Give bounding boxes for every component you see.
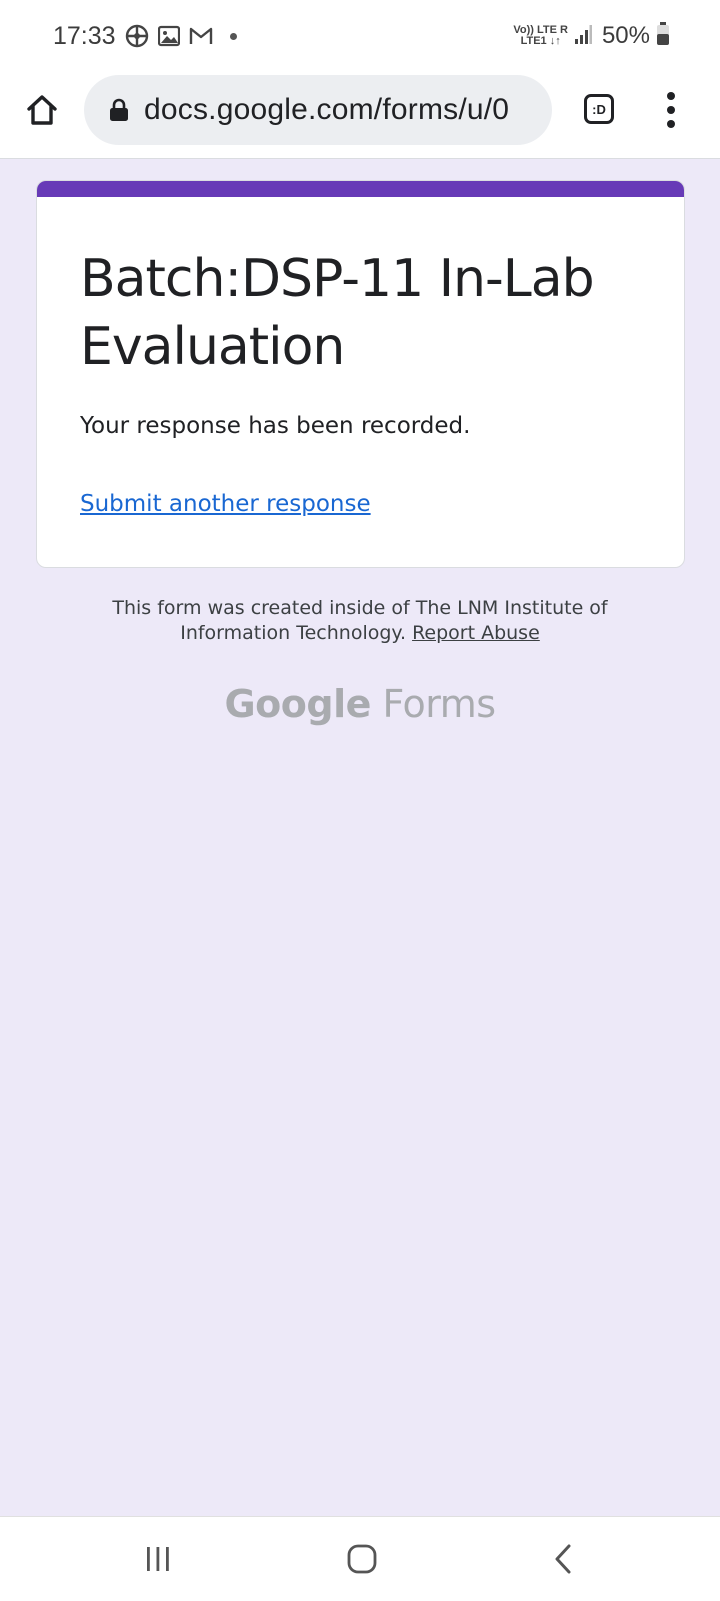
form-title: Batch:DSP-11 In-Lab Evaluation (80, 249, 595, 377)
recent-apps-button[interactable] (136, 1537, 180, 1581)
gallery-icon (156, 23, 182, 49)
navigation-bar (0, 1516, 720, 1601)
battery-percent: 50% (601, 22, 650, 49)
more-vert-icon[interactable] (656, 90, 686, 130)
card-accent-bar (37, 181, 684, 197)
lock-icon (108, 97, 130, 123)
brand-forms: Forms (382, 682, 496, 726)
recent-apps-icon (147, 1547, 169, 1571)
confirmation-message: Your response has been recorded. (80, 413, 471, 439)
signal-icon (574, 23, 592, 50)
notification-icons (124, 22, 237, 50)
submit-another-response-link[interactable]: Submit another response (80, 491, 371, 517)
home-nav-button[interactable] (340, 1537, 384, 1581)
home-icon (27, 95, 57, 125)
brand-google: Google (224, 682, 371, 726)
more-notifications-dot (230, 32, 237, 40)
address-bar[interactable]: docs.google.com/forms/u/0 (84, 75, 552, 145)
system-status: Vo)) LTE R LTE1 ↓↑ 50% (513, 20, 670, 52)
network-indicator: Vo)) LTE R LTE1 ↓↑ (513, 25, 568, 47)
tab-switcher-icon[interactable]: :D (584, 94, 614, 124)
report-abuse-link[interactable]: Report Abuse (412, 622, 540, 644)
back-button[interactable] (542, 1537, 586, 1581)
footer-note: This form was created inside of The LNM … (60, 596, 660, 646)
menu-dot (667, 92, 675, 100)
status-bar: 17:33 Vo)) LTE R LTE1 ↓↑ 50% (0, 0, 720, 72)
gmail-icon (188, 23, 214, 49)
google-forms-logo[interactable]: Google Forms (0, 682, 720, 726)
menu-dot (667, 106, 675, 114)
back-icon (555, 1544, 571, 1574)
network-line-2: LTE1 ↓↑ (520, 35, 561, 47)
battery-icon (656, 21, 670, 51)
steering-wheel-icon (124, 23, 150, 49)
form-confirmation-card: Batch:DSP-11 In-Lab Evaluation Your resp… (36, 180, 685, 568)
url-text: docs.google.com/forms/u/0 (144, 93, 510, 126)
status-time: 17:33 (53, 22, 116, 50)
browser-toolbar: docs.google.com/forms/u/0 :D (0, 72, 720, 159)
home-button[interactable] (22, 90, 62, 130)
menu-dot (667, 120, 675, 128)
home-nav-icon (347, 1544, 377, 1574)
